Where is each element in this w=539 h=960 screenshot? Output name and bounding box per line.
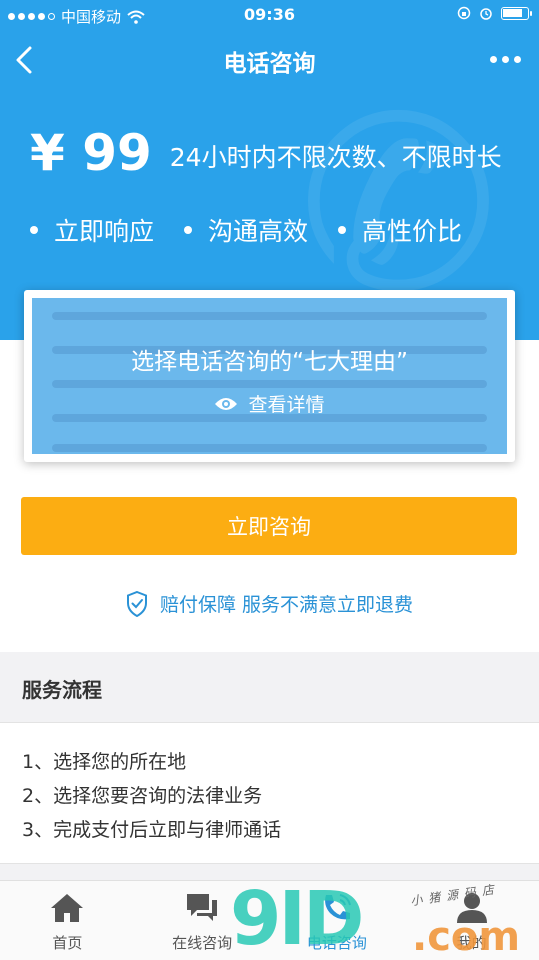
reasons-title: 选择电话咨询的“七大理由” [131, 349, 408, 375]
blurred-row [52, 380, 487, 388]
status-bar: 中国移动 09:36 [0, 0, 539, 30]
tab-phone-consult[interactable]: 电话咨询 [270, 881, 405, 960]
user-icon [456, 893, 487, 923]
more-menu-button[interactable] [490, 56, 521, 63]
view-details-label: 查看详情 [248, 394, 325, 416]
guarantee-banner: 赔付保障 服务不满意立即退费 [0, 590, 539, 617]
tab-online-consult[interactable]: 在线咨询 [135, 881, 270, 960]
feature-item: 立即响应 [30, 212, 154, 248]
consult-now-button[interactable]: 立即咨询 [21, 497, 517, 555]
tab-label: 首页 [52, 934, 83, 952]
process-header: 服务流程 [0, 652, 539, 722]
back-button[interactable] [12, 44, 40, 76]
more-dot [502, 56, 509, 63]
tab-label: 在线咨询 [172, 934, 233, 952]
guarantee-text: 赔付保障 服务不满意立即退费 [159, 594, 414, 616]
view-details-link[interactable]: 查看详情 [32, 390, 507, 417]
process-steps: 1、选择您的所在地 2、选择您要咨询的法律业务 3、完成支付后立即与律师通话 [0, 722, 539, 864]
eye-icon [215, 397, 238, 410]
chat-icon [187, 894, 218, 921]
tab-label: 我的 [456, 934, 487, 952]
price-row: ¥ 99 24小时内不限次数、不限时长 [30, 128, 502, 178]
navigation-bar: 电话咨询 [0, 30, 539, 90]
price-value: ¥ 99 [30, 124, 152, 182]
shield-check-icon [126, 590, 147, 617]
bullet-icon [338, 226, 347, 234]
phone-watermark-icon: ✆ [297, 65, 499, 340]
feature-list: 立即响应 沟通高效 高性价比 [30, 212, 462, 248]
home-icon [51, 894, 84, 922]
bullet-icon [184, 226, 193, 234]
feature-label: 立即响应 [54, 217, 155, 246]
status-right [457, 6, 532, 20]
alarm-icon [480, 8, 492, 20]
phone-icon [324, 894, 351, 920]
battery-icon [501, 6, 532, 20]
blurred-row [52, 312, 487, 320]
reasons-card[interactable]: 选择电话咨询的“七大理由” 查看详情 [24, 290, 515, 462]
tab-bar: 首页 在线咨询 电话咨询 我的 [0, 880, 539, 960]
feature-item: 沟通高效 [184, 212, 308, 248]
price-description: 24小时内不限次数、不限时长 [169, 143, 502, 172]
page-title: 电话咨询 [223, 51, 316, 77]
process-step: 1、选择您的所在地 [22, 751, 187, 773]
process-step: 3、完成支付后立即与律师通话 [22, 819, 282, 841]
more-dot [514, 56, 521, 63]
chevron-left-icon [16, 46, 32, 74]
process-step: 2、选择您要咨询的法律业务 [22, 785, 263, 807]
tab-home[interactable]: 首页 [0, 881, 135, 960]
tab-label: 电话咨询 [306, 934, 367, 952]
more-dot [490, 56, 497, 63]
orientation-lock-icon [457, 6, 471, 20]
feature-item: 高性价比 [338, 212, 462, 248]
battery-level [503, 8, 522, 17]
feature-label: 高性价比 [362, 217, 463, 246]
process-heading: 服务流程 [22, 678, 102, 702]
feature-label: 沟通高效 [208, 217, 309, 246]
tab-profile[interactable]: 我的 [404, 881, 539, 960]
bullet-icon [30, 226, 38, 234]
blurred-row [52, 444, 487, 452]
reasons-card-inner: 选择电话咨询的“七大理由” 查看详情 [32, 298, 507, 454]
